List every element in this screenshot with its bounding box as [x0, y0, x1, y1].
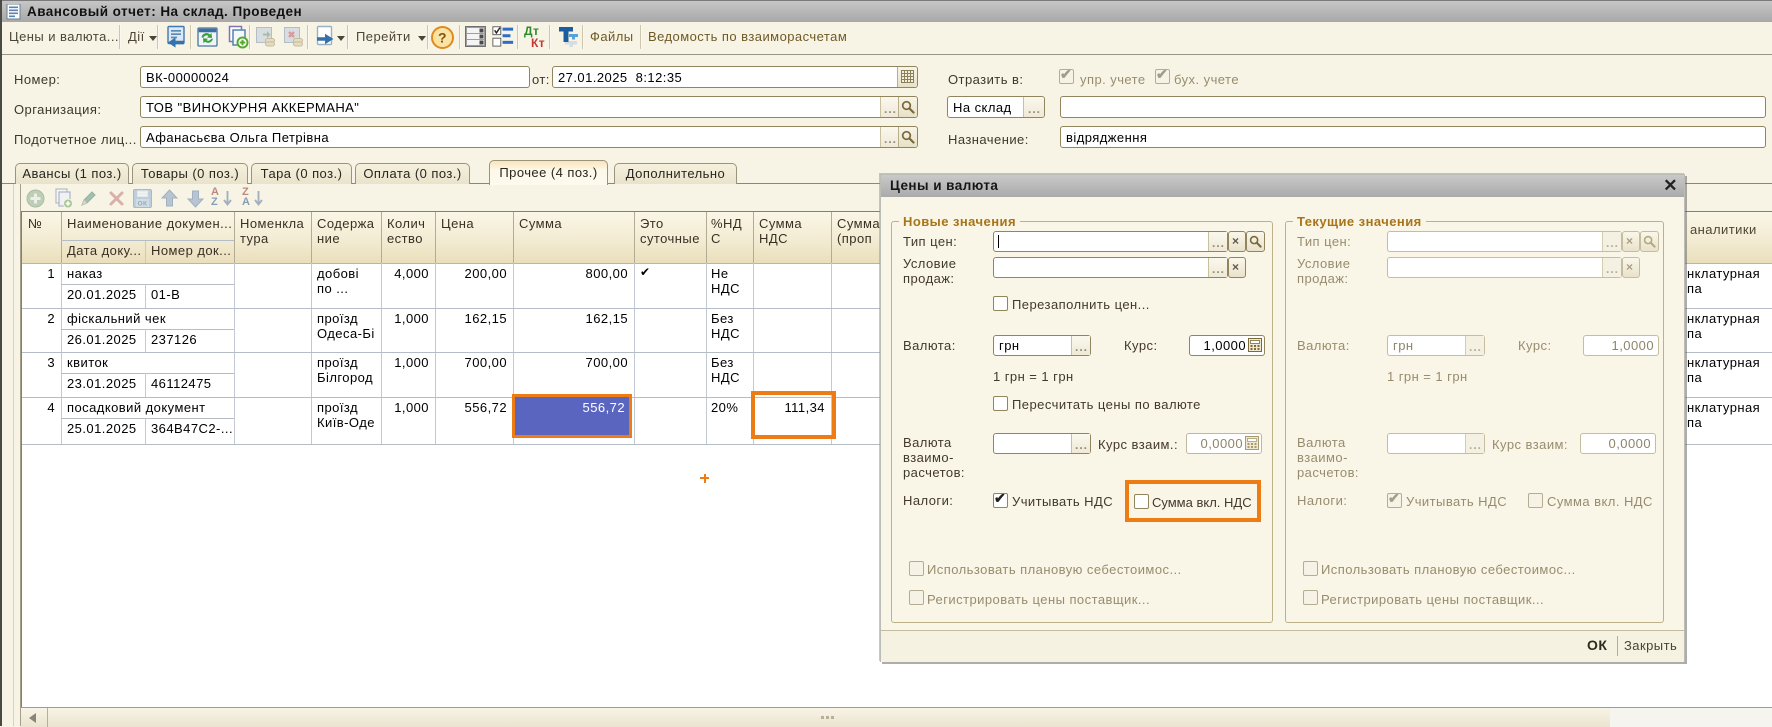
svg-text:ОК: ОК: [138, 201, 148, 208]
svg-text:?: ?: [438, 30, 447, 46]
